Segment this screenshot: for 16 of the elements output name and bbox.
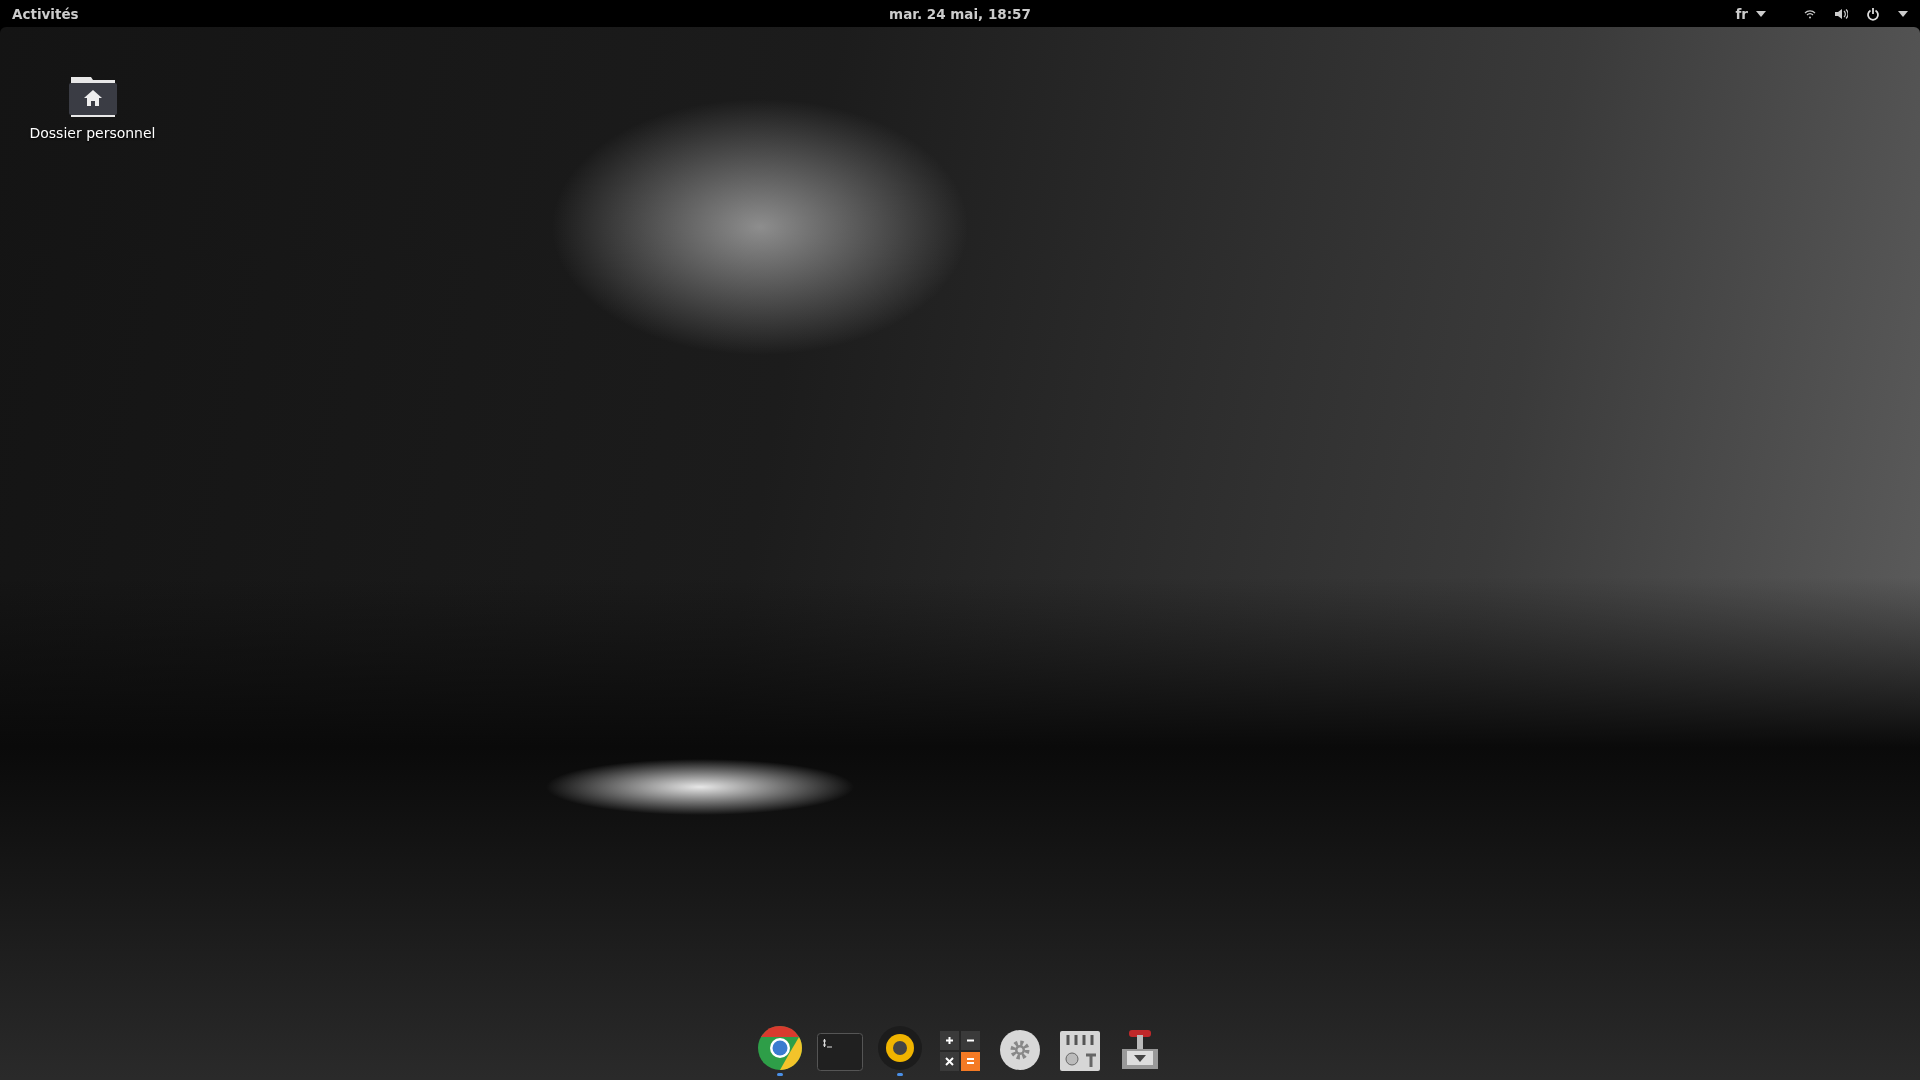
clock[interactable]: mar. 24 mai, 18:57	[889, 5, 1031, 22]
mixer-icon[interactable]	[1060, 1031, 1100, 1071]
download-icon[interactable]	[1119, 1029, 1161, 1071]
speaker-icon[interactable]	[877, 1025, 923, 1071]
browser-icon[interactable]	[757, 1025, 803, 1071]
gear-icon[interactable]	[999, 1029, 1041, 1071]
caret-icon[interactable]	[1898, 10, 1908, 17]
calculator-icon[interactable]	[940, 1031, 980, 1071]
activities-button[interactable]: Activités	[0, 5, 91, 22]
power-icon[interactable]	[1866, 6, 1880, 21]
keyboard-layout-menu[interactable]: fr	[1735, 5, 1766, 22]
volume-icon[interactable]	[1834, 7, 1848, 20]
home-folder-icon[interactable]	[67, 75, 118, 117]
desktop-icon-label[interactable]: Dossier personnel	[29, 125, 156, 141]
wifi-icon[interactable]	[1804, 8, 1816, 19]
caret-icon	[1756, 10, 1766, 17]
